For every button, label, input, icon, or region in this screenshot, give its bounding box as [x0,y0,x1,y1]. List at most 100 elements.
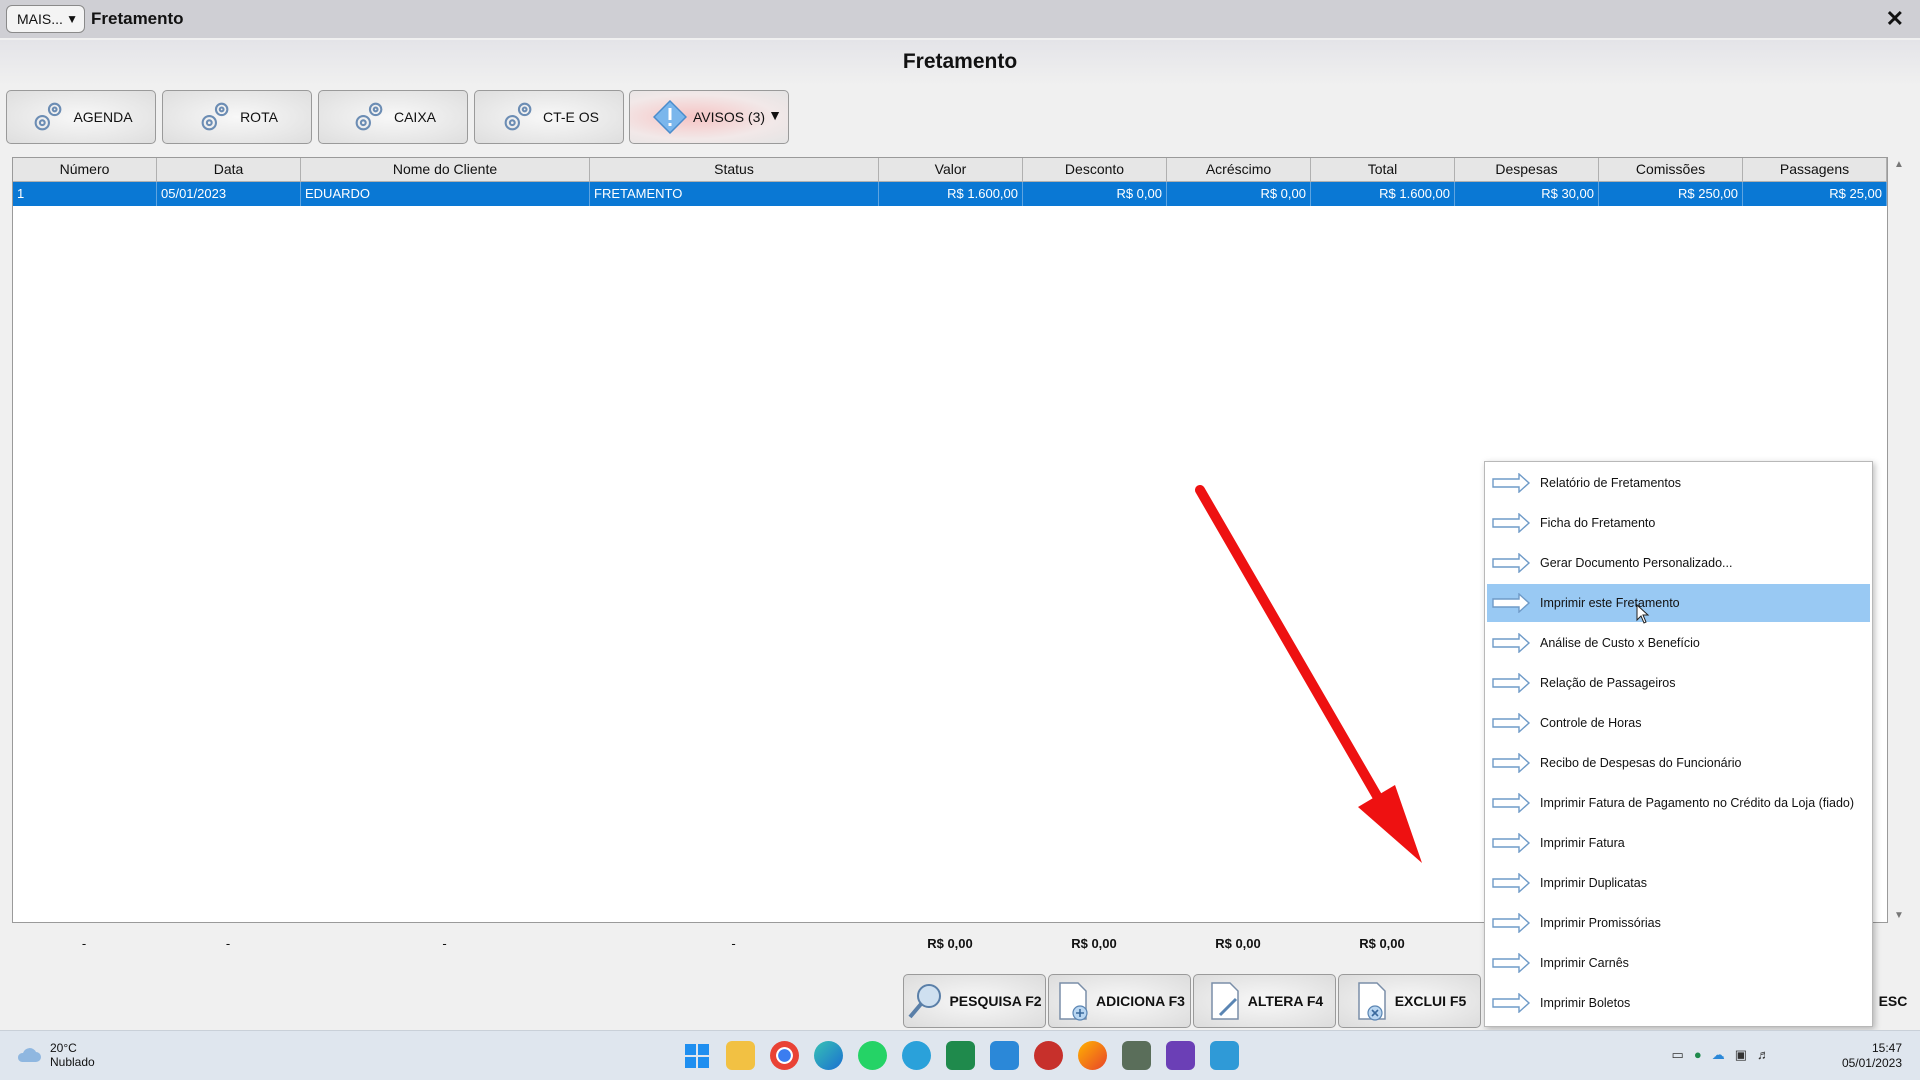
gear-icon [504,102,532,131]
folder-app-icon[interactable] [1210,1041,1239,1070]
esc-button[interactable]: ESC [1870,974,1916,1028]
menu-item-label: Ficha do Fretamento [1540,516,1656,530]
caixa-button[interactable]: CAIXA [318,90,468,144]
mouse-cursor-icon [1636,604,1650,624]
taskbar-apps [682,1041,1239,1070]
app-icon[interactable] [1034,1041,1063,1070]
volume-icon[interactable]: ♬ [1757,1047,1770,1063]
gear-icon [35,102,62,131]
scroll-down-icon[interactable]: ▼ [1894,910,1904,921]
shield-icon[interactable]: ● [1694,1047,1702,1063]
menu-item[interactable]: Recibo de Despesas do Funcionário [1487,744,1870,782]
edge-icon[interactable] [814,1041,843,1070]
column-header[interactable]: Número [13,158,157,181]
edit-document-icon [1211,982,1239,1020]
chrome-icon[interactable] [770,1041,799,1070]
arrow-right-icon [1492,713,1531,733]
menu-item[interactable]: Relação de Passageiros [1487,664,1870,702]
firefox-icon[interactable] [1078,1041,1107,1070]
more-menu-button[interactable]: MAIS... ▼ [6,5,85,33]
video-editor-icon[interactable] [1166,1041,1195,1070]
menu-item-label: Imprimir Promissórias [1540,916,1661,930]
column-header[interactable]: Passagens [1743,158,1887,181]
caret-down-icon[interactable]: ▼ [768,107,782,123]
gear-icon [355,102,383,131]
menu-item-label: Controle de Horas [1540,716,1642,730]
cte-os-label: CT-E OS [542,109,599,125]
telegram-icon[interactable] [902,1041,931,1070]
menu-item[interactable]: Imprimir Fatura [1487,824,1870,862]
column-header[interactable]: Comissões [1599,158,1743,181]
rota-label: ROTA [240,109,278,125]
menu-item[interactable]: Imprimir Promissórias [1487,904,1870,942]
menu-item[interactable]: Imprimir Carnês [1487,944,1870,982]
arrow-right-icon [1492,993,1531,1013]
network-icon[interactable]: ▣ [1735,1047,1747,1063]
menu-item-label: Imprimir Duplicatas [1540,876,1647,890]
table-cell: R$ 0,00 [1023,182,1167,206]
column-header[interactable]: Status [590,158,879,181]
weather-widget[interactable]: 20°C Nublado [16,1041,95,1069]
spreadsheet-icon[interactable] [946,1041,975,1070]
table-cell: R$ 0,00 [1167,182,1311,206]
system-tray: ▭ ● ☁ ▣ ♬ [1672,1047,1770,1063]
menu-item-highlighted[interactable]: Imprimir este Fretamento [1487,584,1870,622]
window-title: Fretamento [91,9,184,28]
menu-item[interactable]: Relatório de Fretamentos [1487,464,1870,502]
menu-item[interactable]: Imprimir Fatura de Pagamento no Crédito … [1487,784,1870,822]
column-header[interactable]: Acréscimo [1167,158,1311,181]
table-cell: 1 [13,182,157,206]
column-header[interactable]: Despesas [1455,158,1599,181]
arrow-right-icon [1492,593,1531,613]
scroll-up-icon[interactable]: ▲ [1894,159,1904,170]
close-icon[interactable]: ✕ [1886,6,1904,32]
menu-item[interactable]: Gerar Documento Personalizado... [1487,544,1870,582]
table-cell: R$ 1.600,00 [879,182,1023,206]
menu-item[interactable]: Imprimir Boletos [1487,984,1870,1022]
menu-item-label: Relação de Passageiros [1540,676,1676,690]
clock-time: 15:47 [1871,1041,1902,1055]
delete-document-icon [1357,982,1386,1021]
file-explorer-icon[interactable] [726,1041,755,1070]
total-cell: - [225,936,231,951]
column-header[interactable]: Total [1311,158,1455,181]
adiciona-label: ADICIONA F3 [1096,993,1185,1009]
arrow-right-icon [1492,833,1531,853]
system-app-icon[interactable] [1122,1041,1151,1070]
menu-item[interactable]: Imprimir Duplicatas [1487,864,1870,902]
agenda-button[interactable]: AGENDA [6,90,156,144]
column-header[interactable]: Nome do Cliente [301,158,590,181]
menu-item[interactable]: Ficha do Fretamento [1487,504,1870,542]
table-cell: R$ 30,00 [1455,182,1599,206]
altera-button[interactable]: ALTERA F4 [1193,974,1336,1028]
arrow-right-icon [1492,633,1531,653]
cloud-sync-icon[interactable]: ☁ [1712,1047,1725,1063]
adiciona-button[interactable]: ADICIONA F3 [1048,974,1191,1028]
avisos-button[interactable]: AVISOS (3) ▼ [629,90,789,144]
menu-item[interactable]: Controle de Horas [1487,704,1870,742]
arrow-right-icon [1492,793,1531,813]
menu-item[interactable]: Análise de Custo x Benefício [1487,624,1870,662]
arrow-right-icon [1492,473,1531,493]
windows-start-icon[interactable] [682,1041,711,1070]
column-header[interactable]: Data [157,158,301,181]
table-header: Número Data Nome do Cliente Status Valor… [13,158,1887,182]
vertical-scrollbar[interactable]: ▲ ▼ [1890,157,1910,923]
cloud-icon [17,1048,41,1062]
more-menu-label: MAIS... [17,11,63,27]
clock[interactable]: 15:47 05/01/2023 [1842,1041,1902,1071]
arrow-right-icon [1492,753,1531,773]
usb-icon[interactable]: ▭ [1672,1047,1684,1063]
cte-os-button[interactable]: CT-E OS [474,90,624,144]
menu-item-label: Imprimir Carnês [1540,956,1629,970]
table-row[interactable]: 1 05/01/2023 EDUARDO FRETAMENTO R$ 1.600… [13,182,1887,206]
mail-icon[interactable] [990,1041,1019,1070]
rota-button[interactable]: ROTA [162,90,312,144]
avisos-label: AVISOS (3) [692,109,766,125]
exclui-button[interactable]: EXCLUI F5 [1338,974,1481,1028]
column-header[interactable]: Desconto [1023,158,1167,181]
pesquisa-button[interactable]: PESQUISA F2 [903,974,1046,1028]
arrow-right-icon [1492,873,1531,893]
whatsapp-icon[interactable] [858,1041,887,1070]
column-header[interactable]: Valor [879,158,1023,181]
